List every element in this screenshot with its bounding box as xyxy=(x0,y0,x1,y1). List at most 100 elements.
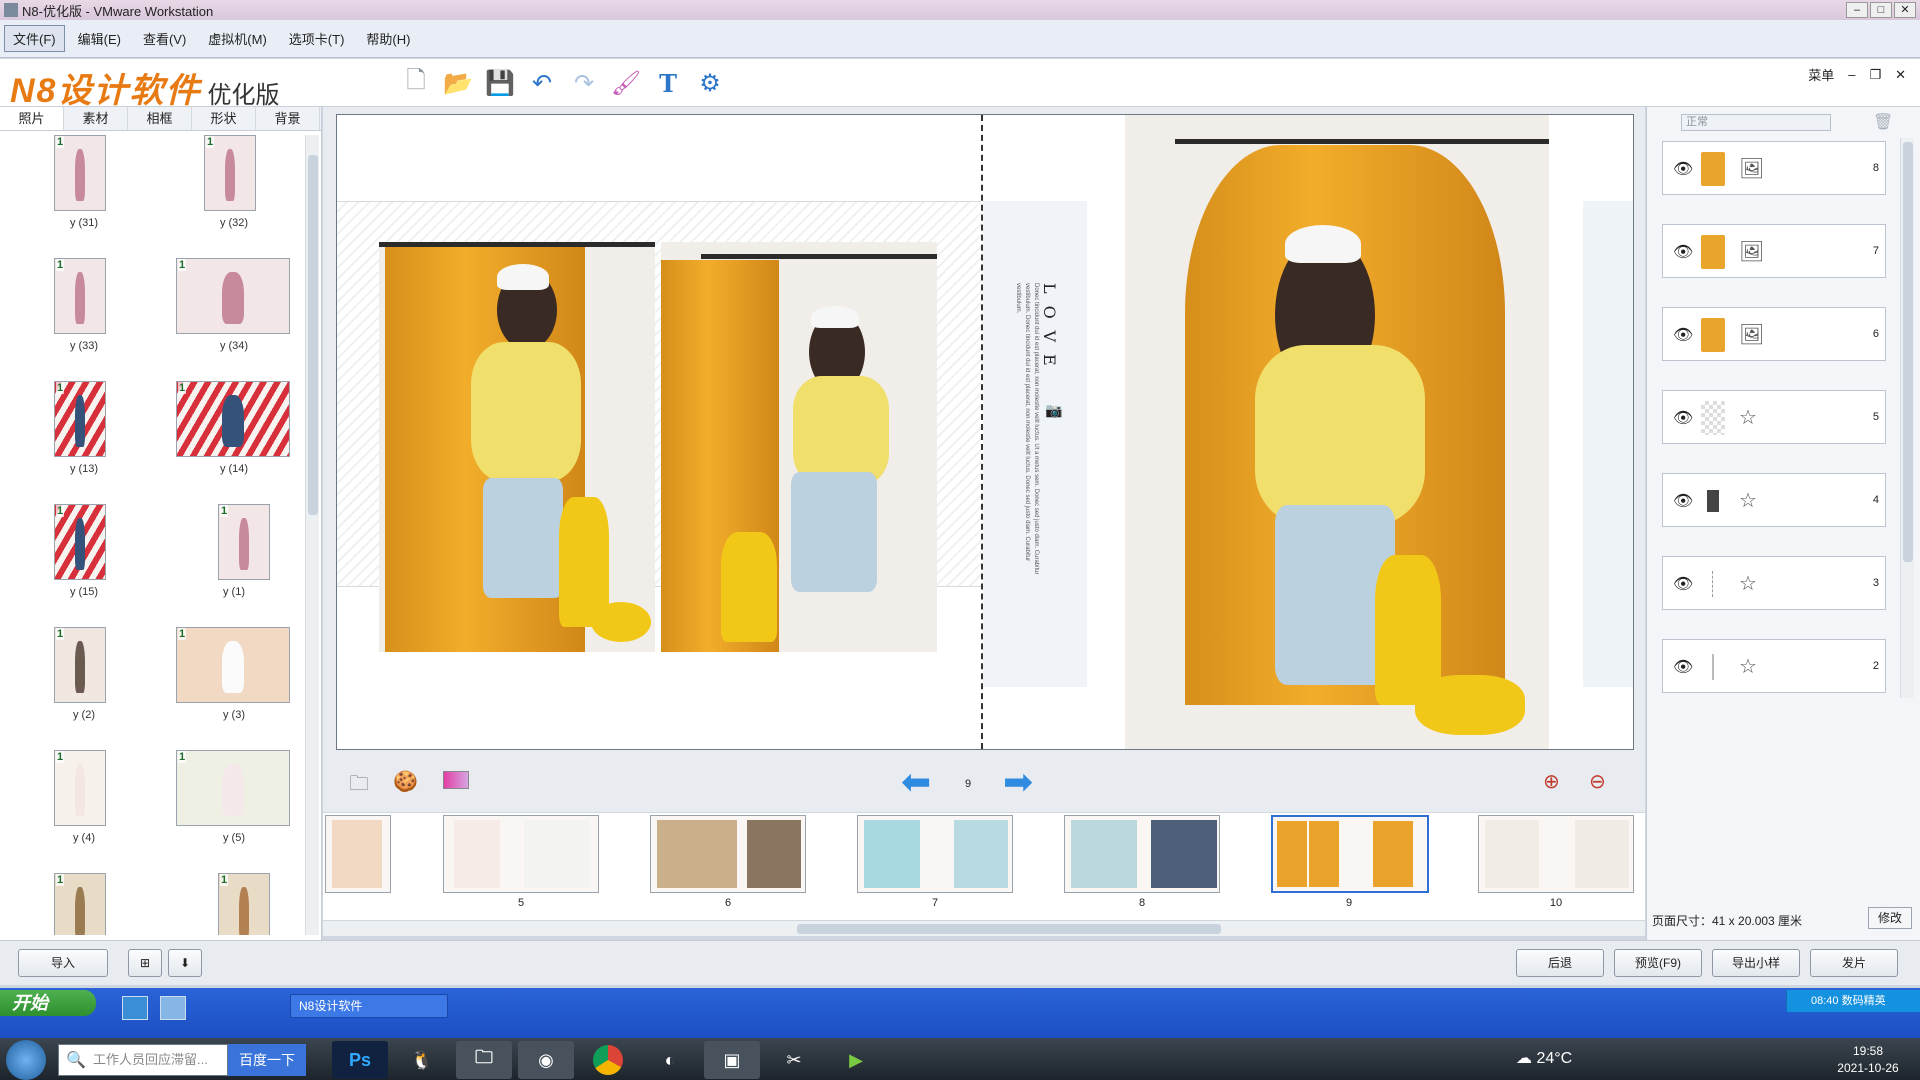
quick-launch-icon[interactable] xyxy=(122,996,148,1020)
photo-item[interactable]: 1 y (34) xyxy=(164,258,304,381)
obs-app-icon[interactable]: ◐ xyxy=(642,1041,698,1079)
photoshop-app-icon[interactable]: Ps xyxy=(332,1041,388,1079)
minimize-button[interactable]: – xyxy=(1846,2,1868,18)
maximize-button[interactable]: □ xyxy=(1870,2,1892,18)
spread-photo-3[interactable] xyxy=(1125,115,1549,749)
app-minimize-icon[interactable]: – xyxy=(1848,67,1855,82)
film-page-selected[interactable] xyxy=(1271,815,1429,893)
save-icon[interactable]: 💾 xyxy=(484,67,516,99)
cookie-template-icon[interactable]: 🍪 xyxy=(393,769,418,794)
film-page[interactable] xyxy=(857,815,1013,893)
paint-brush-icon[interactable]: 🖌 xyxy=(610,67,642,99)
photo-folder-icon[interactable]: 🗀 xyxy=(349,769,369,803)
qq-app-icon[interactable]: 🐧 xyxy=(394,1041,450,1079)
visibility-eye-icon[interactable]: 👁 xyxy=(1673,325,1693,345)
photo-item[interactable]: 1 y (1) xyxy=(164,504,304,627)
add-page-icon[interactable]: ⊕ xyxy=(1543,769,1560,794)
tab-backgrounds[interactable]: 背景 xyxy=(256,107,320,130)
system-clock[interactable]: 19:58 2021-10-26 xyxy=(1822,1043,1914,1077)
app-restore-icon[interactable]: ❐ xyxy=(1869,67,1881,83)
filmstrip-scrollbar[interactable] xyxy=(323,920,1645,936)
preview-button[interactable]: 预览(F9) xyxy=(1614,949,1702,977)
photo-item[interactable]: 1 y (5) xyxy=(164,750,304,873)
desktop-icon[interactable] xyxy=(160,996,186,1020)
film-page[interactable] xyxy=(443,815,599,893)
menu-file[interactable]: 文件(F) xyxy=(4,25,65,52)
app-close-icon[interactable]: ✕ xyxy=(1895,67,1906,83)
xp-start-button[interactable]: 开始 xyxy=(0,990,96,1016)
media-player-icon[interactable]: ◉ xyxy=(518,1041,574,1079)
layer-row[interactable]: 👁 🖼 6 xyxy=(1662,307,1886,361)
file-explorer-icon[interactable]: 🗀 xyxy=(456,1041,512,1079)
menu-vm[interactable]: 虚拟机(M) xyxy=(199,25,276,52)
taskbar-app-n8[interactable]: N8设计软件 xyxy=(290,994,448,1018)
baidu-search-button[interactable]: 百度一下 xyxy=(228,1044,306,1076)
download-icon[interactable]: ⬇ xyxy=(168,949,202,977)
redo-icon[interactable]: ↷ xyxy=(568,67,600,99)
visibility-eye-icon[interactable]: 👁 xyxy=(1673,657,1693,677)
layer-row[interactable]: 👁 ☆ 2 xyxy=(1662,639,1886,693)
photo-item[interactable]: 1 y (4) xyxy=(14,750,154,873)
visibility-eye-icon[interactable]: 👁 xyxy=(1673,574,1693,594)
film-page[interactable] xyxy=(1064,815,1220,893)
visibility-eye-icon[interactable]: 👁 xyxy=(1673,491,1693,511)
capcut-app-icon[interactable]: ✂ xyxy=(766,1041,822,1079)
photo-item[interactable]: 1 xyxy=(14,873,154,935)
menu-view[interactable]: 查看(V) xyxy=(134,25,195,52)
photo-item[interactable]: 1 y (2) xyxy=(14,627,154,750)
settings-gear-icon[interactable]: ⚙ xyxy=(694,67,726,99)
import-button[interactable]: 导入 xyxy=(18,949,108,977)
layer-row[interactable]: 👁 🖼 7 xyxy=(1662,224,1886,278)
weather-widget[interactable]: ☁ 24°C xyxy=(1516,1048,1572,1068)
film-page[interactable] xyxy=(325,815,391,893)
visibility-eye-icon[interactable]: 👁 xyxy=(1673,408,1693,428)
photo-item[interactable]: 1 y (15) xyxy=(14,504,154,627)
text-tool-icon[interactable]: T xyxy=(652,67,684,99)
photo-item[interactable]: 1 y (14) xyxy=(164,381,304,504)
photo-item[interactable]: 1 xyxy=(164,873,304,935)
remove-page-icon[interactable]: ⊖ xyxy=(1589,769,1606,794)
photo-item[interactable]: 1 y (31) xyxy=(14,135,154,258)
visibility-eye-icon[interactable]: 👁 xyxy=(1673,242,1693,262)
layer-row[interactable]: 👁 ☆ 4 xyxy=(1662,473,1886,527)
spread-photo-2[interactable] xyxy=(661,242,937,652)
media-play-app-icon[interactable]: ▶ xyxy=(828,1041,884,1079)
menu-edit[interactable]: 编辑(E) xyxy=(69,25,130,52)
undo-icon[interactable]: ↶ xyxy=(526,67,558,99)
trash-icon[interactable]: 🗑 xyxy=(1873,112,1893,132)
previous-page-arrow-icon[interactable]: ⬅ xyxy=(901,761,931,803)
send-button[interactable]: 发片 xyxy=(1810,949,1898,977)
back-button[interactable]: 后退 xyxy=(1516,949,1604,977)
blend-mode-select[interactable]: 正常 xyxy=(1681,114,1831,131)
color-swatch-icon[interactable] xyxy=(443,771,469,789)
chrome-app-icon[interactable] xyxy=(580,1041,636,1079)
spread-photo-1[interactable] xyxy=(379,242,655,652)
grid-view-icon[interactable]: ⊞ xyxy=(128,949,162,977)
photo-item[interactable]: 1 y (33) xyxy=(14,258,154,381)
tab-shapes[interactable]: 形状 xyxy=(192,107,256,130)
next-page-arrow-icon[interactable]: ➡ xyxy=(1003,761,1033,803)
menu-tabs[interactable]: 选项卡(T) xyxy=(280,25,354,52)
layer-row[interactable]: 👁 ☆ 5 xyxy=(1662,390,1886,444)
film-page[interactable] xyxy=(650,815,806,893)
layers-scrollbar[interactable] xyxy=(1900,138,1914,698)
photo-list-scrollbar[interactable] xyxy=(305,135,319,935)
album-spread[interactable] xyxy=(336,114,1634,750)
new-file-icon[interactable]: 🗋 xyxy=(400,67,432,99)
export-sample-button[interactable]: 导出小样 xyxy=(1712,949,1800,977)
menu-help[interactable]: 帮助(H) xyxy=(357,25,419,52)
tab-materials[interactable]: 素材 xyxy=(64,107,128,130)
photo-item[interactable]: 1 y (3) xyxy=(164,627,304,750)
visibility-eye-icon[interactable]: 👁 xyxy=(1673,159,1693,179)
photo-item[interactable]: 1 y (32) xyxy=(164,135,304,258)
tab-frames[interactable]: 相框 xyxy=(128,107,192,130)
open-folder-icon[interactable]: 📂 xyxy=(442,67,474,99)
vmware-app-icon[interactable]: ▣ xyxy=(704,1041,760,1079)
windows-start-orb-icon[interactable] xyxy=(6,1040,46,1080)
layer-row[interactable]: 👁 ☆ 3 xyxy=(1662,556,1886,610)
film-page[interactable] xyxy=(1478,815,1634,893)
modify-button[interactable]: 修改 xyxy=(1868,907,1912,929)
photo-item[interactable]: 1 y (13) xyxy=(14,381,154,504)
tab-photos[interactable]: 照片 xyxy=(0,107,64,130)
layer-row[interactable]: 👁 🖼 8 xyxy=(1662,141,1886,195)
